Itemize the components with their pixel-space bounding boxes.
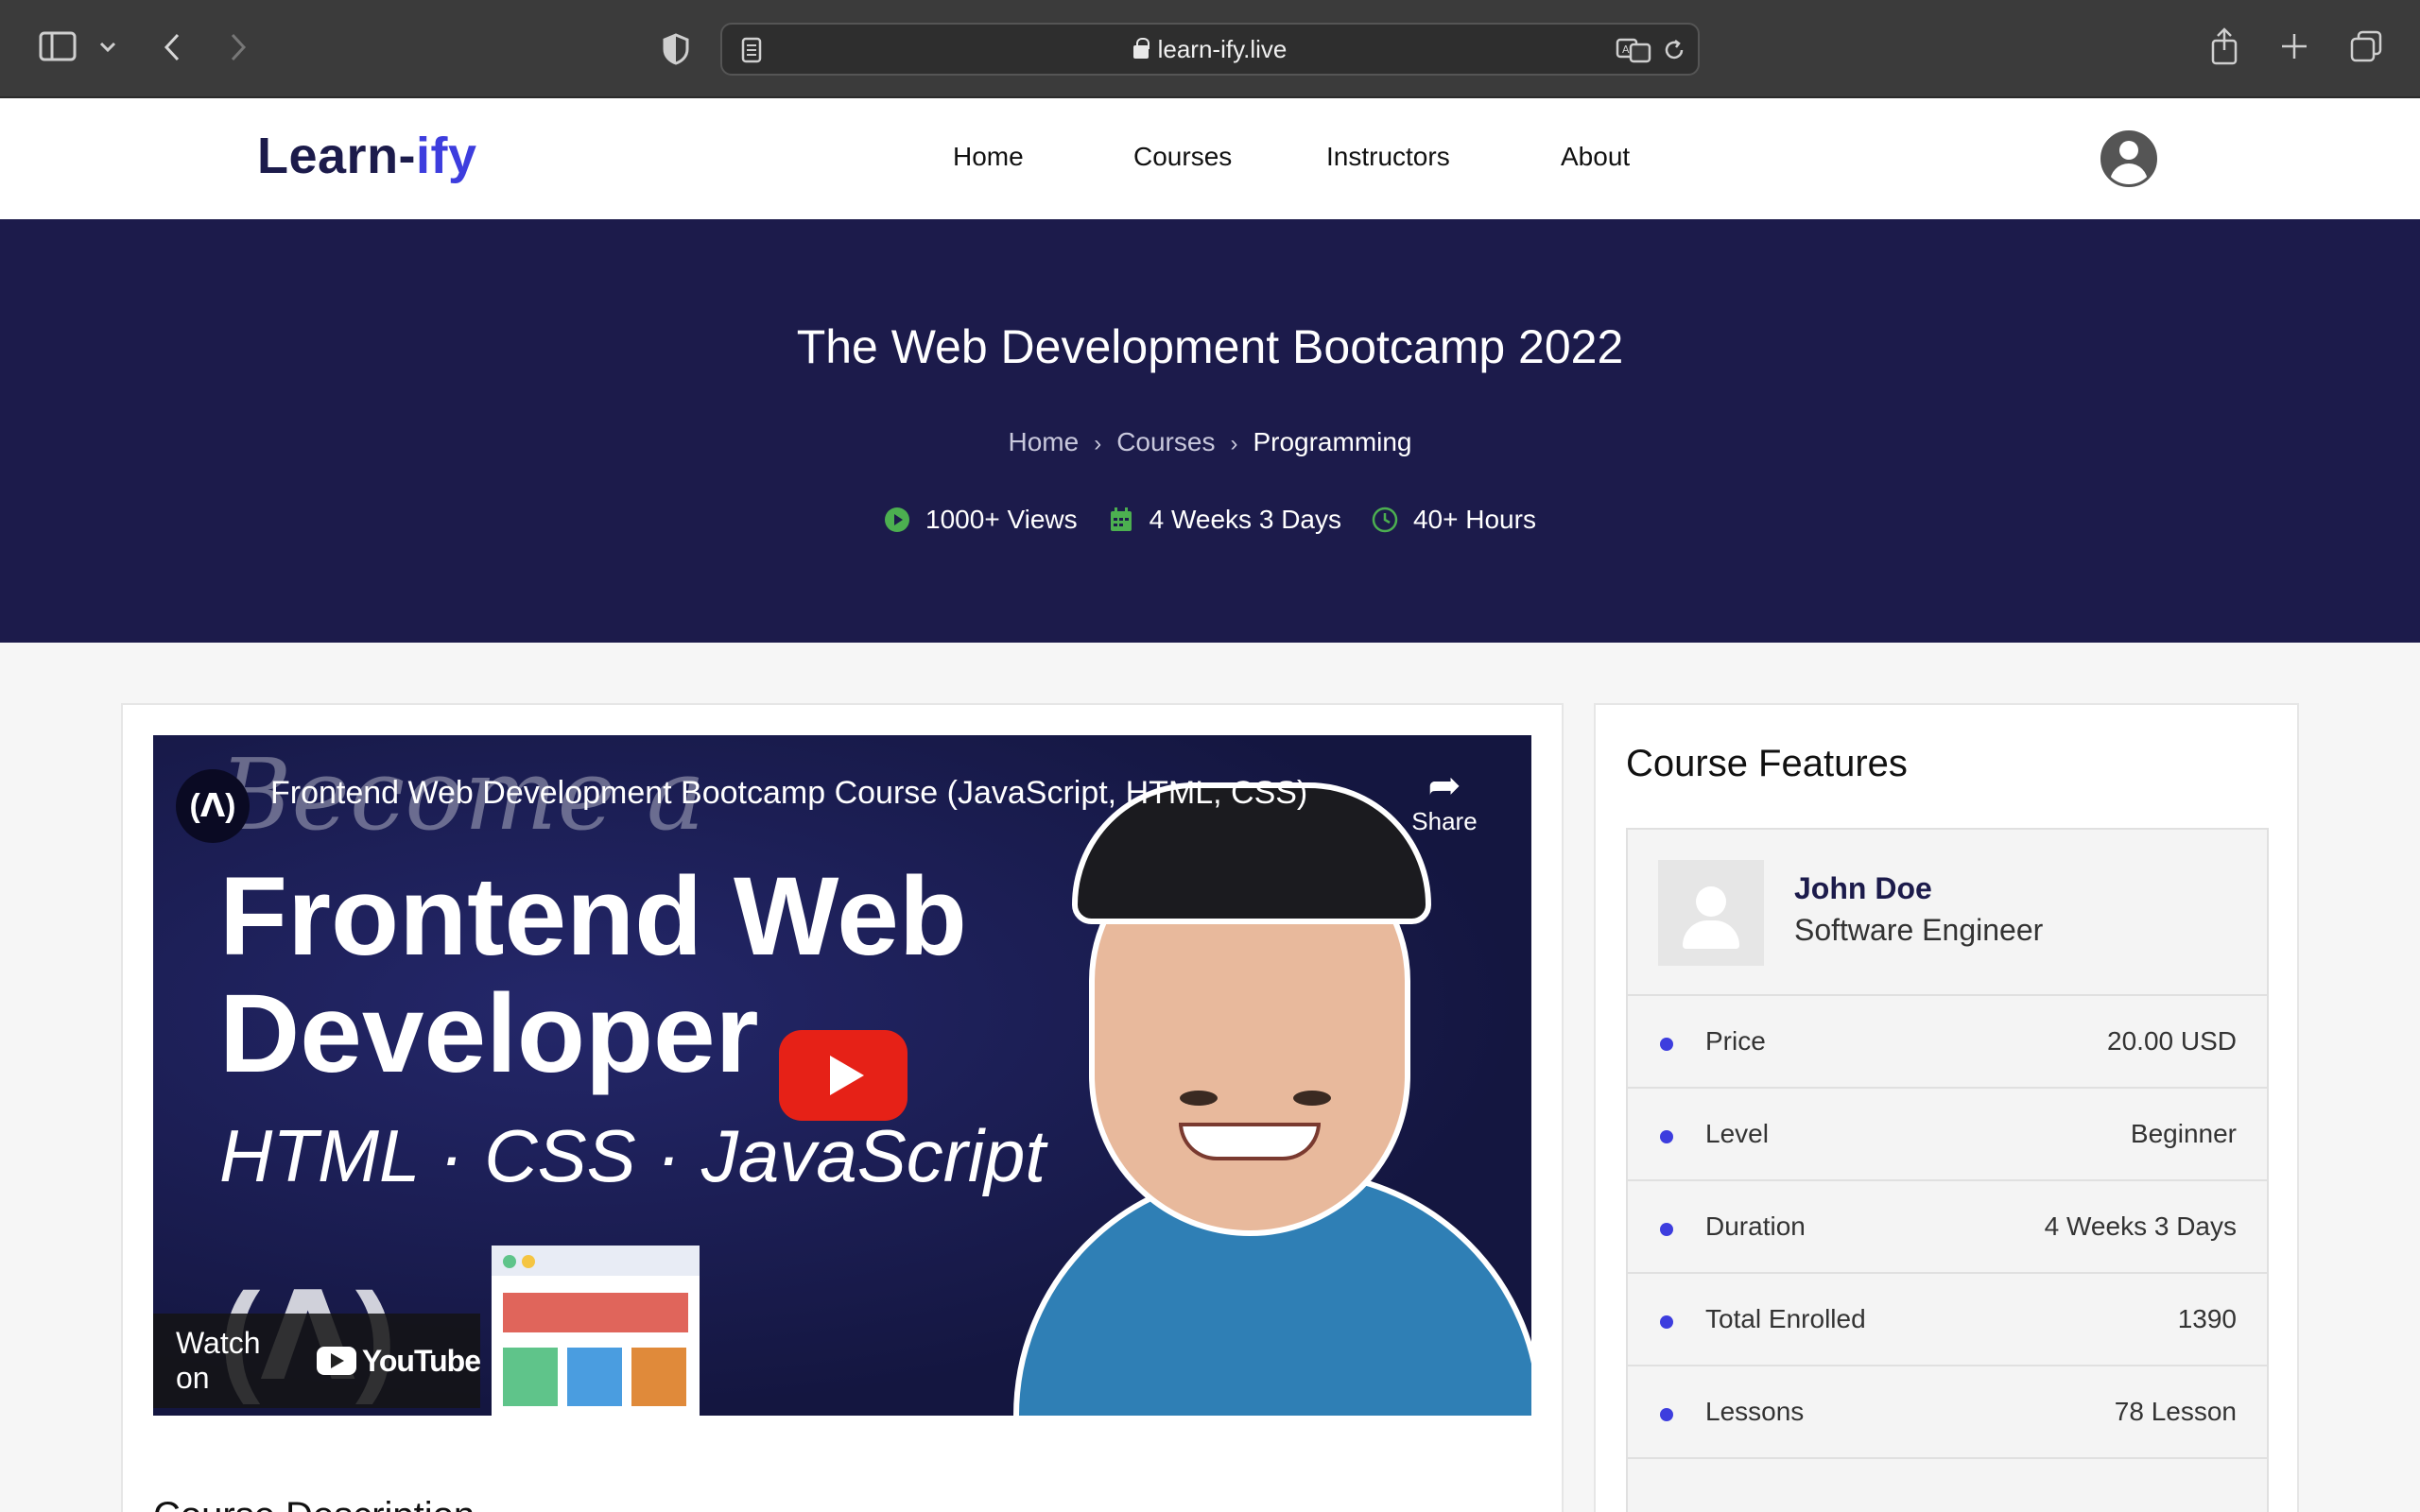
new-tab-icon[interactable]	[2278, 30, 2310, 62]
course-description-heading: Course Description	[153, 1495, 475, 1512]
lock-icon	[1132, 38, 1150, 59]
logo-accent: ify	[416, 128, 477, 184]
address-bar[interactable]: learn-ify.live A	[720, 23, 1700, 76]
feature-label: Price	[1705, 1026, 1766, 1056]
youtube-video-embed[interactable]: Become a Frontend Web Developer HTML · CS…	[153, 735, 1531, 1416]
feature-row-price: Price 20.00 USD	[1628, 996, 2267, 1089]
channel-avatar-icon[interactable]: (ᐱ)	[176, 769, 250, 843]
feature-label: Level	[1705, 1119, 1769, 1148]
course-hero: The Web Development Bootcamp 2022 Home › C…	[0, 219, 2420, 643]
bullet-icon	[1660, 1315, 1673, 1329]
instructor-role: Software Engineer	[1794, 913, 2044, 947]
feature-value: 1390	[2177, 1304, 2237, 1333]
feature-label: Lessons	[1705, 1397, 1805, 1426]
share-icon[interactable]	[2208, 26, 2240, 66]
feature-value: 78 Lesson	[2114, 1397, 2237, 1426]
site-logo[interactable]: Learn-ify	[257, 127, 477, 185]
site-header: Learn-ify Home Courses Instructors About	[0, 98, 2420, 219]
feature-row-duration: Duration 4 Weeks 3 Days	[1628, 1181, 2267, 1274]
reload-icon[interactable]	[1660, 36, 1688, 64]
forward-icon[interactable]	[223, 30, 253, 64]
shield-icon[interactable]	[660, 32, 692, 66]
course-content-card: Become a Frontend Web Developer HTML · CS…	[121, 703, 1564, 1512]
feature-value: 4 Weeks 3 Days	[2044, 1211, 2237, 1241]
feature-label: Duration	[1705, 1211, 1806, 1241]
feature-value: Beginner	[2130, 1119, 2237, 1148]
user-avatar-icon[interactable]	[2100, 130, 2157, 187]
play-button[interactable]	[779, 1030, 908, 1121]
play-circle-icon	[884, 507, 910, 533]
breadcrumb-courses[interactable]: Courses	[1116, 427, 1215, 456]
chevron-down-icon[interactable]	[96, 36, 119, 59]
youtube-wordmark: YouTube	[361, 1343, 481, 1378]
instructor-avatar-icon	[1658, 860, 1764, 966]
share-arrow-icon: ➦	[1427, 763, 1461, 807]
share-label: Share	[1411, 807, 1478, 835]
breadcrumb-separator-icon: ›	[1230, 431, 1238, 456]
back-icon[interactable]	[157, 30, 187, 64]
course-features-heading: Course Features	[1626, 743, 1908, 784]
video-title[interactable]: Frontend Web Development Bootcamp Course…	[270, 775, 1307, 812]
instructor-name[interactable]: John Doe	[1794, 871, 1932, 906]
url-label: learn-ify.live	[1157, 35, 1288, 63]
sidebar-toggle-icon[interactable]	[38, 30, 78, 62]
course-meta: 1000+ Views 4 Weeks 3 Days 40+ Hours	[0, 505, 2420, 535]
meta-hours-text: 40+ Hours	[1412, 505, 1536, 534]
page-title: The Web Development Bootcamp 2022	[796, 320, 1624, 373]
bullet-icon	[1660, 1038, 1673, 1051]
tab-overview-icon[interactable]	[2348, 28, 2384, 64]
feature-value: 20.00 USD	[2107, 1026, 2237, 1056]
meta-views-text: 1000+ Views	[925, 505, 1078, 534]
watch-on-label: Watch on	[176, 1326, 261, 1395]
logo-main: Learn-	[257, 128, 417, 184]
browser-toolbar: learn-ify.live A	[0, 0, 2420, 98]
nav-home[interactable]: Home	[953, 142, 1024, 172]
meta-duration-text: 4 Weeks 3 Days	[1149, 505, 1341, 534]
breadcrumb: Home › Courses › Programming	[0, 427, 2420, 457]
thumbnail-tech-text: HTML · CSS · JavaScript	[219, 1114, 1046, 1197]
bullet-icon	[1660, 1408, 1673, 1421]
course-features-card: Course Features John Doe Software Engine…	[1594, 703, 2299, 1512]
calendar-icon	[1108, 507, 1134, 533]
instructor-info[interactable]: John Doe Software Engineer	[1628, 830, 2267, 996]
video-share-button[interactable]: ➦ Share	[1407, 764, 1482, 836]
feature-row-lessons: Lessons 78 Lesson	[1628, 1366, 2267, 1459]
thumbnail-line-3: Developer	[219, 971, 759, 1096]
breadcrumb-home[interactable]: Home	[1008, 427, 1079, 456]
svg-text:A: A	[1622, 43, 1630, 56]
feature-row-enrolled: Total Enrolled 1390	[1628, 1274, 2267, 1366]
translate-icon[interactable]: A	[1615, 36, 1652, 64]
thumbnail-line-2: Frontend Web	[219, 854, 967, 979]
nav-about[interactable]: About	[1561, 142, 1630, 172]
meta-hours: 40+ Hours	[1372, 505, 1536, 535]
features-list: John Doe Software Engineer Price 20.00 U…	[1626, 828, 2269, 1512]
meta-duration: 4 Weeks 3 Days	[1108, 505, 1341, 535]
url-text: learn-ify.live	[722, 25, 1698, 74]
breadcrumb-separator-icon: ›	[1094, 431, 1102, 456]
presenter-image	[985, 773, 1531, 1416]
feature-label: Total Enrolled	[1705, 1304, 1866, 1333]
clock-icon	[1372, 507, 1398, 533]
watch-on-youtube-button[interactable]: Watch on YouTube	[153, 1314, 481, 1408]
breadcrumb-current: Programming	[1253, 427, 1412, 456]
bullet-icon	[1660, 1130, 1673, 1143]
meta-views: 1000+ Views	[884, 505, 1078, 535]
browser-illustration	[492, 1246, 700, 1416]
youtube-logo: YouTube	[316, 1343, 481, 1379]
nav-instructors[interactable]: Instructors	[1326, 142, 1450, 172]
youtube-play-icon	[316, 1347, 356, 1375]
bullet-icon	[1660, 1223, 1673, 1236]
nav-courses[interactable]: Courses	[1133, 142, 1232, 172]
feature-row-level: Level Beginner	[1628, 1089, 2267, 1181]
